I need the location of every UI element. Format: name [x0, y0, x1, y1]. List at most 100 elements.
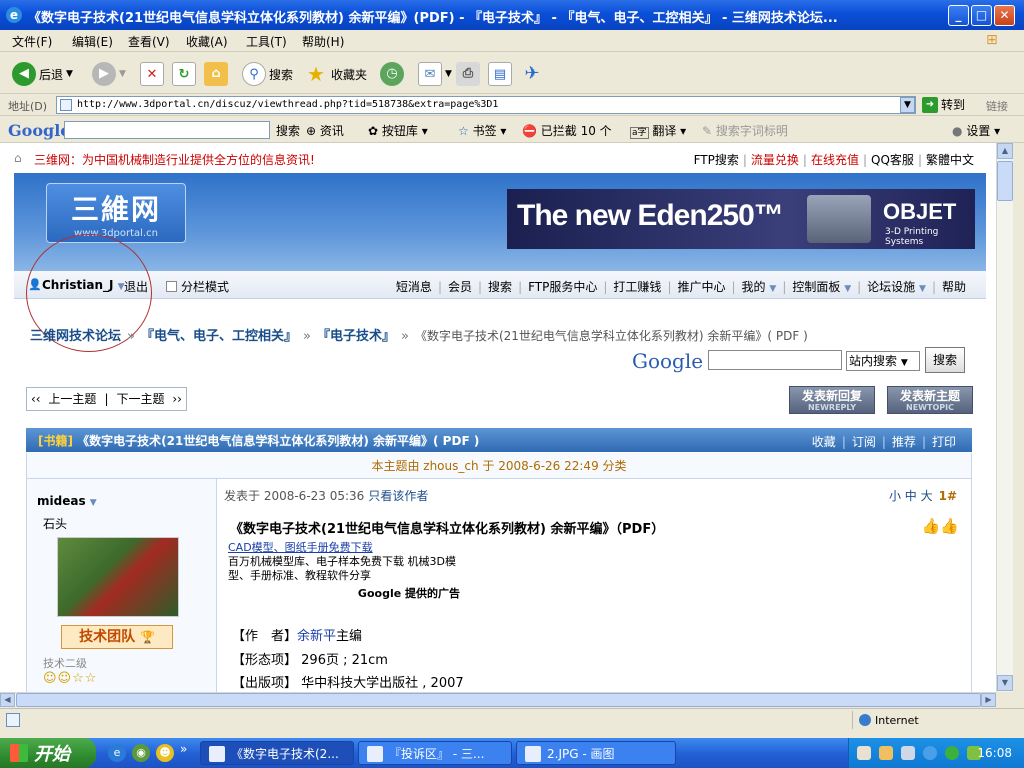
menu-view[interactable]: 查看(V) [128, 33, 170, 50]
bookmarks-button[interactable]: ☆ 书签 ▾ [458, 122, 506, 139]
vertical-scrollbar[interactable]: ▲ ▼ [996, 143, 1013, 692]
top-link-recharge[interactable]: 在线充值 [811, 153, 859, 167]
nav-members[interactable]: 会员 [448, 280, 472, 294]
scroll-right-icon[interactable]: ▶ [981, 693, 996, 707]
search-button[interactable]: ⚲ 搜索 [242, 62, 293, 86]
refresh-button[interactable]: ↻ [172, 62, 196, 86]
taskbar-item-paint[interactable]: 2.JPG - 画图 [516, 741, 676, 765]
scroll-down-icon[interactable]: ▼ [997, 675, 1013, 691]
history-button[interactable]: ◷ [380, 62, 404, 86]
taskbar-item-ie-thread[interactable]: 《数字电子技术(2... [200, 741, 354, 765]
tray-green-icon[interactable] [945, 746, 959, 760]
nav-facilities[interactable]: 论坛设施 [867, 280, 915, 294]
site-logo[interactable]: 三維网 www.3dportal.cn [46, 183, 186, 243]
top-link-ftp-search[interactable]: FTP搜索 [694, 153, 739, 167]
split-mode-checkbox[interactable] [166, 281, 177, 292]
font-size-links[interactable]: 小 中 大 [889, 489, 933, 503]
thread-tag[interactable]: [书籍] [38, 434, 73, 448]
address-dropdown-icon[interactable]: ▼ [900, 97, 915, 113]
top-link-traffic[interactable]: 流量兑换 [751, 153, 799, 167]
top-link-qq[interactable]: QQ客服 [871, 153, 914, 167]
prev-thread-link[interactable]: ‹‹ 上一主题 [27, 392, 104, 406]
nav-search[interactable]: 搜索 [488, 280, 512, 294]
field-author-value[interactable]: 余新平 [297, 629, 336, 644]
home-small-icon[interactable]: ⌂ [14, 152, 28, 164]
site-search-input[interactable] [708, 350, 842, 370]
highlight-button[interactable]: ✎ 搜索字词标明 [702, 122, 788, 139]
thread-action-subscribe[interactable]: 订阅 [852, 435, 876, 449]
top-link-traditional[interactable]: 繁體中文 [926, 153, 974, 167]
nav-ftp[interactable]: FTP服务中心 [528, 280, 597, 294]
google-search-button[interactable]: 搜索 [276, 122, 300, 139]
go-button[interactable]: ➜ 转到 [922, 96, 965, 113]
tray-arrow-icon[interactable] [923, 746, 937, 760]
forward-button[interactable]: ▶ ▼ [92, 62, 126, 86]
quicklaunch-ie-icon[interactable]: e [108, 744, 126, 762]
home-button[interactable]: ⌂ [204, 62, 228, 86]
new-topic-button[interactable]: 发表新主题 NEWTOPIC [887, 386, 973, 414]
poster-name[interactable]: mideas ▼ [37, 494, 97, 508]
back-dropdown-icon[interactable]: ▼ [66, 69, 73, 79]
tray-network-icon[interactable] [901, 746, 915, 760]
quicklaunch-app-icon[interactable]: ◉ [132, 744, 150, 762]
quicklaunch-more-icon[interactable]: » [180, 742, 187, 756]
google-news-button[interactable]: ⊕ 资讯 [306, 122, 344, 139]
tray-ime-icon[interactable] [857, 746, 871, 760]
menu-favorites[interactable]: 收藏(A) [186, 33, 228, 50]
address-input[interactable]: http://www.3dportal.cn/discuz/viewthread… [56, 96, 916, 114]
nav-control-panel[interactable]: 控制面板 [792, 280, 840, 294]
site-search-button[interactable]: 搜索 [925, 347, 965, 373]
translate-button[interactable]: a字 翻译 ▾ [630, 122, 686, 139]
taskbar-item-ie-complaint[interactable]: 『投诉区』 - 三... [358, 741, 512, 765]
horizontal-scroll-thumb[interactable] [16, 693, 981, 707]
nav-my[interactable]: 我的 [742, 280, 766, 294]
google-buttons-button[interactable]: ✿ 按钮库 ▾ [368, 122, 428, 139]
maximize-button[interactable]: □ [971, 5, 992, 26]
stop-button[interactable]: ✕ [140, 62, 164, 86]
edit-button[interactable]: ▤ [488, 62, 512, 86]
links-button[interactable]: 链接 [986, 98, 1008, 114]
print-button[interactable]: ⎙ [456, 62, 480, 86]
mail-button[interactable]: ✉ ▼ [418, 62, 452, 86]
nav-facilities-dropdown-icon[interactable]: ▼ [919, 284, 926, 294]
breadcrumb-forum[interactable]: 三维网技术论坛 [30, 329, 121, 344]
nav-help[interactable]: 帮助 [942, 280, 966, 294]
google-ad-link[interactable]: CAD模型、图纸手册免费下载 [228, 541, 464, 555]
breadcrumb-category[interactable]: 『电气、电子、工控相关』 [141, 329, 297, 344]
back-button[interactable]: ◀ 后退 ▼ [12, 62, 73, 86]
start-button[interactable]: 开始 [0, 738, 96, 768]
vertical-scroll-thumb[interactable] [997, 161, 1013, 201]
google-search-input[interactable] [64, 121, 270, 139]
nav-pm[interactable]: 短消息 [396, 280, 432, 294]
author-only-link[interactable]: 只看该作者 [364, 489, 428, 503]
nav-promo[interactable]: 推广中心 [677, 280, 725, 294]
google-settings-button[interactable]: ● 设置 ▾ [952, 122, 1000, 139]
thread-action-recommend[interactable]: 推荐 [892, 435, 916, 449]
favorites-button[interactable]: ★ 收藏夹 [304, 62, 367, 86]
breadcrumb-subforum[interactable]: 『电子技术』 [317, 329, 395, 344]
messenger-button[interactable]: ✈ [520, 62, 544, 86]
menu-file[interactable]: 文件(F) [12, 33, 52, 50]
forward-dropdown-icon[interactable]: ▼ [119, 69, 126, 79]
minimize-button[interactable]: _ [948, 5, 969, 26]
popup-blocker-button[interactable]: ⛔ 已拦截 10 个 [522, 122, 612, 139]
mail-dropdown-icon[interactable]: ▼ [445, 69, 452, 79]
scroll-left-icon[interactable]: ◀ [0, 693, 15, 707]
new-reply-button[interactable]: 发表新回复 NEWREPLY [789, 386, 875, 414]
google-ad[interactable]: CAD模型、图纸手册免费下载 百万机械模型库、电子样本免费下载 机械3D模型、手… [228, 541, 464, 605]
menu-tools[interactable]: 工具(T) [246, 33, 287, 50]
menu-edit[interactable]: 编辑(E) [72, 33, 113, 50]
next-thread-link[interactable]: 下一主题 ›› [108, 392, 185, 406]
horizontal-scrollbar[interactable]: ◀ ▶ [0, 692, 996, 707]
menu-help[interactable]: 帮助(H) [302, 33, 344, 50]
banner-ad[interactable]: The new Eden250™ OBJET 3-D Printing Syst… [507, 189, 975, 249]
thumbs-up-icon[interactable]: 👍👍 [922, 517, 959, 535]
scroll-up-icon[interactable]: ▲ [997, 143, 1013, 159]
quicklaunch-qq-icon[interactable]: ☻ [156, 744, 174, 762]
site-search-select[interactable]: 站内搜索 ▼ [846, 351, 920, 371]
clock[interactable]: 16:08 [977, 746, 1012, 760]
close-button[interactable]: ✕ [994, 5, 1015, 26]
thread-action-print[interactable]: 打印 [932, 435, 956, 449]
nav-earn[interactable]: 打工赚钱 [613, 280, 661, 294]
split-mode-toggle[interactable]: 分栏模式 [166, 278, 229, 295]
